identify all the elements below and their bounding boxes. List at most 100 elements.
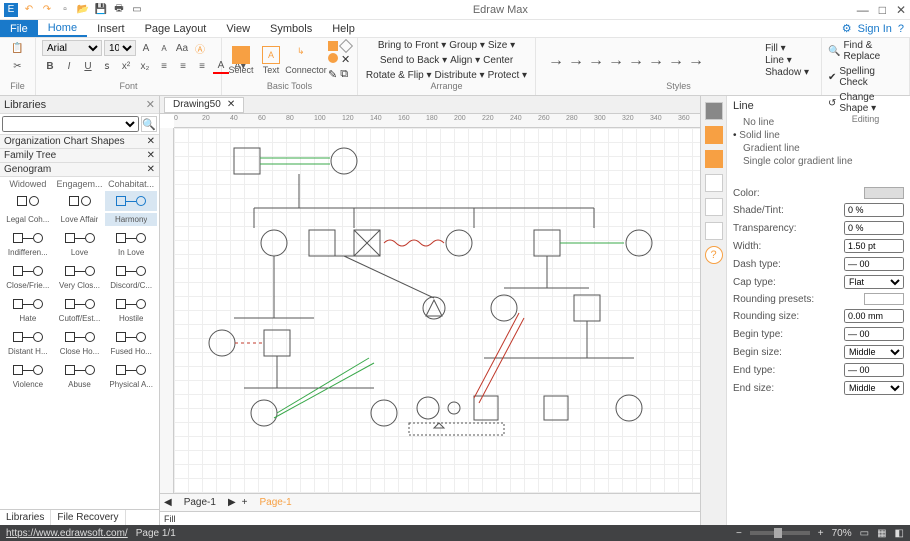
print-icon[interactable]: 🖶 xyxy=(112,3,126,17)
style-arrow-2[interactable]: → xyxy=(568,52,584,70)
rp-tab-shadow[interactable] xyxy=(705,174,723,192)
cut-icon[interactable]: ✂ xyxy=(10,58,26,74)
font-size-select[interactable]: 10 xyxy=(104,40,136,56)
tab-help[interactable]: Help xyxy=(322,20,365,37)
shape-item[interactable]: Abuse xyxy=(54,360,106,391)
group-button[interactable]: Group ▾ xyxy=(449,40,485,51)
shape-delete-icon[interactable]: ✕ xyxy=(341,53,350,66)
send-back-button[interactable]: Send to Back ▾ xyxy=(380,55,447,66)
shape-harmony[interactable]: Harmony xyxy=(105,213,157,226)
end-type-input[interactable] xyxy=(844,363,904,377)
shape-item[interactable]: In Love xyxy=(105,228,157,259)
tab-insert[interactable]: Insert xyxy=(87,20,135,37)
shape-cohabitation[interactable] xyxy=(105,191,157,211)
minimize-button[interactable]: — xyxy=(857,3,869,17)
align-button[interactable]: Align ▾ xyxy=(450,55,480,66)
rp-tab-layout[interactable] xyxy=(705,198,723,216)
color-swatch[interactable] xyxy=(864,187,904,199)
shadow-dropdown[interactable]: Shadow ▾ xyxy=(765,67,809,78)
zoom-out-icon[interactable]: − xyxy=(736,528,742,539)
foot-libraries[interactable]: Libraries xyxy=(0,510,51,525)
strike-button[interactable]: ꜱ xyxy=(99,58,115,74)
rp-tab-fill[interactable] xyxy=(705,126,723,144)
line-dropdown[interactable]: Line ▾ xyxy=(765,55,809,66)
shape-rect-icon[interactable] xyxy=(328,41,338,51)
page-nav-next[interactable]: ▶ xyxy=(228,497,236,508)
rp-tab-size[interactable] xyxy=(705,222,723,240)
protect-button[interactable]: Protect ▾ xyxy=(488,70,527,81)
shape-item[interactable]: Physical A... xyxy=(105,360,157,391)
style-arrow-7[interactable]: → xyxy=(668,52,684,70)
rounding-preset[interactable] xyxy=(864,293,904,305)
style-arrow-3[interactable]: → xyxy=(588,52,604,70)
undo-icon[interactable]: ↶ xyxy=(22,3,36,17)
cap-select[interactable]: Flat xyxy=(844,275,904,289)
libraries-close-icon[interactable]: ✕ xyxy=(146,98,155,111)
shape-item[interactable]: Close Ho... xyxy=(54,327,106,358)
shape-circle-icon[interactable] xyxy=(328,53,338,63)
shape-legal-coh[interactable]: Legal Coh... xyxy=(2,213,54,226)
document-tab[interactable]: Drawing50✕ xyxy=(164,97,244,113)
settings-icon[interactable]: ⚙ xyxy=(842,22,852,35)
open-icon[interactable]: 📂 xyxy=(76,3,90,17)
subscript-button[interactable]: x₂ xyxy=(137,58,153,74)
font-name-select[interactable]: Arial xyxy=(42,40,102,56)
tab-close-icon[interactable]: ✕ xyxy=(227,99,235,110)
opt-gradient-line[interactable]: Gradient line xyxy=(733,142,904,155)
width-input[interactable] xyxy=(844,239,904,253)
superscript-button[interactable]: x² xyxy=(118,58,134,74)
shape-widowed[interactable] xyxy=(2,191,54,211)
shape-love-affair[interactable]: Love Affair xyxy=(54,213,106,226)
new-icon[interactable]: ▫ xyxy=(58,3,72,17)
rp-tab-shape[interactable] xyxy=(705,102,723,120)
shape-item[interactable]: Love xyxy=(54,228,106,259)
end-size-select[interactable]: Middle xyxy=(844,381,904,395)
view-icon-2[interactable]: ▦ xyxy=(877,528,886,539)
style-arrow-5[interactable]: → xyxy=(628,52,644,70)
distribute-button[interactable]: Distribute ▾ xyxy=(435,70,485,81)
font-case-icon[interactable]: Aa xyxy=(174,40,190,56)
opt-no-line[interactable]: No line xyxy=(733,116,904,129)
cat-org-chart[interactable]: Organization Chart Shapes✕ xyxy=(0,135,159,149)
redo-icon[interactable]: ↷ xyxy=(40,3,54,17)
view-icon-3[interactable]: ◧ xyxy=(895,528,904,539)
shape-item[interactable]: Very Clos... xyxy=(54,261,106,292)
clear-format-icon[interactable]: Ⓐ xyxy=(192,40,208,56)
status-url[interactable]: https://www.edrawsoft.com/ xyxy=(6,528,128,539)
transparency-input[interactable] xyxy=(844,221,904,235)
find-replace-button[interactable]: 🔍 Find & Replace xyxy=(828,40,903,62)
line-spacing-icon[interactable]: ≡ xyxy=(156,58,172,74)
bold-button[interactable]: B xyxy=(42,58,58,74)
shape-engagement[interactable] xyxy=(54,191,106,211)
rotate-flip-button[interactable]: Rotate & Flip ▾ xyxy=(366,70,432,81)
page-nav-prev[interactable]: ◀ xyxy=(164,497,172,508)
shape-item[interactable]: Hate xyxy=(2,294,54,325)
tab-view[interactable]: View xyxy=(216,20,260,37)
zoom-in-icon[interactable]: + xyxy=(818,528,824,539)
shape-item[interactable]: Discord/C... xyxy=(105,261,157,292)
foot-file-recovery[interactable]: File Recovery xyxy=(51,510,125,525)
style-arrow-4[interactable]: → xyxy=(608,52,624,70)
style-arrow-8[interactable]: → xyxy=(688,52,704,70)
opt-single-gradient-line[interactable]: Single color gradient line xyxy=(733,155,904,168)
shape-item[interactable]: Indifferen... xyxy=(2,228,54,259)
size-button[interactable]: Size ▾ xyxy=(488,40,515,51)
align-icon[interactable]: ≡ xyxy=(194,58,210,74)
cat-family-tree[interactable]: Family Tree✕ xyxy=(0,149,159,163)
shape-diamond-icon[interactable] xyxy=(339,38,353,52)
opt-solid-line[interactable]: Solid line xyxy=(733,129,904,142)
tab-page-layout[interactable]: Page Layout xyxy=(135,20,217,37)
preview-icon[interactable]: ▭ xyxy=(130,3,144,17)
library-search-select[interactable] xyxy=(2,116,139,132)
italic-button[interactable]: I xyxy=(61,58,77,74)
text-tool-button[interactable]: AText xyxy=(258,46,284,75)
underline-button[interactable]: U xyxy=(80,58,96,74)
fill-dropdown[interactable]: Fill ▾ xyxy=(765,43,809,54)
tab-file[interactable]: File xyxy=(0,20,38,37)
bring-front-button[interactable]: Bring to Front ▾ xyxy=(378,40,446,51)
paste-icon[interactable]: 📋 xyxy=(10,40,26,56)
rp-tab-help[interactable]: ? xyxy=(705,246,723,264)
shape-item[interactable]: Close/Frie... xyxy=(2,261,54,292)
search-icon[interactable]: 🔍 xyxy=(141,116,157,132)
style-arrow-1[interactable]: → xyxy=(548,52,564,70)
